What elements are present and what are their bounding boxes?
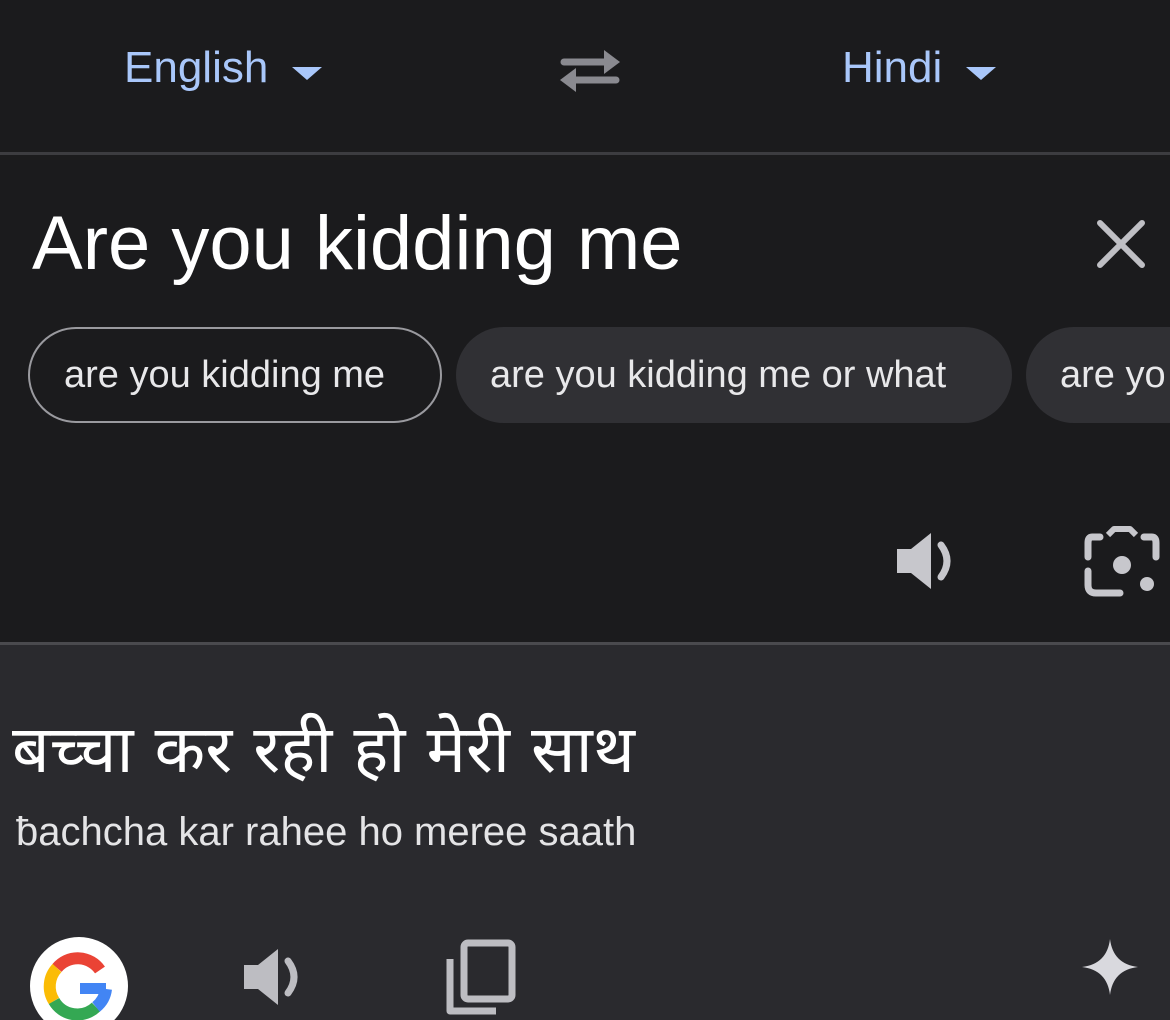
caret-down-icon: [292, 66, 323, 80]
copy-icon: [446, 939, 516, 1015]
translation-text: बच्चा कर रही हो मेरी साथ: [12, 711, 635, 788]
source-text-input[interactable]: Are you kidding me: [32, 199, 683, 289]
suggestion-chip[interactable]: are you kidding me or what: [456, 327, 1012, 423]
swap-languages-button[interactable]: [550, 40, 630, 100]
translation-listen-button[interactable]: [240, 941, 316, 1013]
google-search-button[interactable]: [30, 937, 128, 1020]
camera-translate-button[interactable]: [1084, 525, 1160, 601]
speaker-icon: [244, 949, 298, 1005]
language-bar: English Hindi: [0, 0, 1170, 152]
close-icon: [1097, 220, 1145, 268]
target-language-selector[interactable]: Hindi: [842, 38, 997, 98]
suggestion-chip-label: are you kidding me: [64, 353, 386, 396]
source-panel: Are you kidding me are you kidding me ar…: [0, 155, 1170, 642]
source-language-label: English: [124, 43, 269, 92]
caret-down-icon: [966, 66, 997, 80]
clear-text-button[interactable]: [1090, 213, 1152, 275]
target-language-label: Hindi: [842, 43, 943, 92]
suggestion-chip[interactable]: are yo: [1026, 327, 1170, 423]
suggestion-chips: are you kidding me are you kidding me or…: [28, 327, 1170, 427]
transliteration-text: ƀachcha kar rahee ho meree saath: [16, 810, 637, 854]
suggestion-chip-label: are yo: [1060, 353, 1166, 396]
sparkle-icon: [1082, 939, 1138, 995]
swap-arrows-icon: [560, 50, 620, 92]
source-language-selector[interactable]: English: [124, 38, 323, 98]
speaker-icon: [897, 533, 951, 589]
copy-translation-button[interactable]: [440, 937, 520, 1020]
suggestion-chip[interactable]: are you kidding me: [28, 327, 442, 423]
source-listen-button[interactable]: [893, 525, 969, 597]
translate-app: English Hindi Are you kidding me are you…: [0, 0, 1170, 1020]
ai-assist-button[interactable]: [1080, 937, 1140, 997]
google-g-icon: [43, 952, 112, 1020]
translation-panel: बच्चा कर रही हो मेरी साथ ƀachcha kar rah…: [0, 645, 1170, 1020]
suggestion-chip-label: are you kidding me or what: [490, 353, 947, 396]
camera-lens-icon: [1084, 526, 1160, 597]
